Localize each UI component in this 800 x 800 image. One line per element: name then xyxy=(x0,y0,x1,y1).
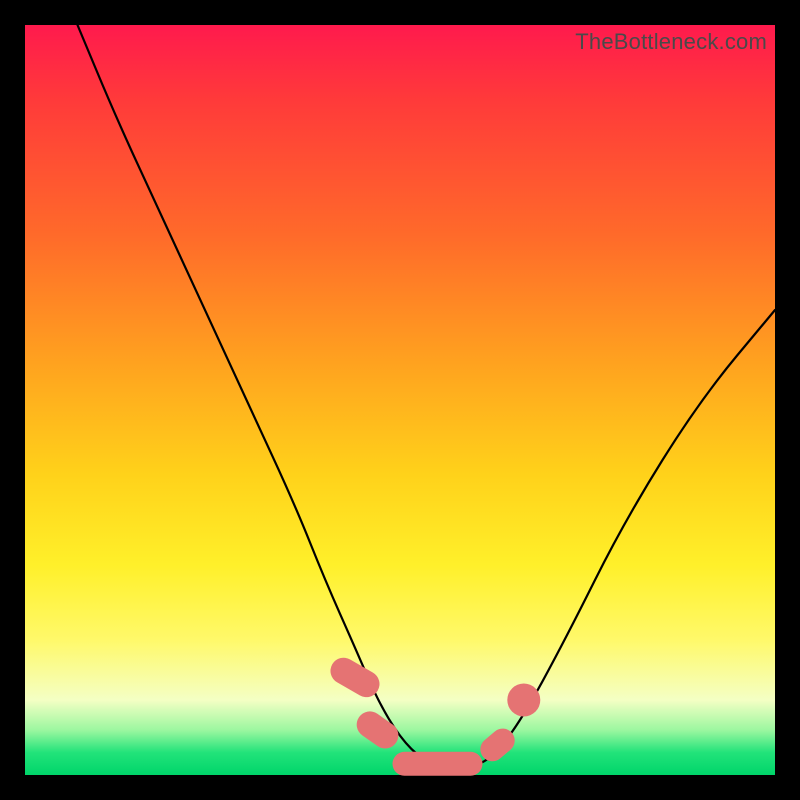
curve-markers xyxy=(326,653,541,776)
chart-frame: TheBottleneck.com xyxy=(0,0,800,800)
plot-area: TheBottleneck.com xyxy=(25,25,775,775)
curve-marker xyxy=(352,706,404,753)
curve-marker xyxy=(507,684,540,717)
curve-layer xyxy=(25,25,775,775)
bottleneck-curve xyxy=(78,25,776,768)
curve-marker xyxy=(393,752,483,776)
